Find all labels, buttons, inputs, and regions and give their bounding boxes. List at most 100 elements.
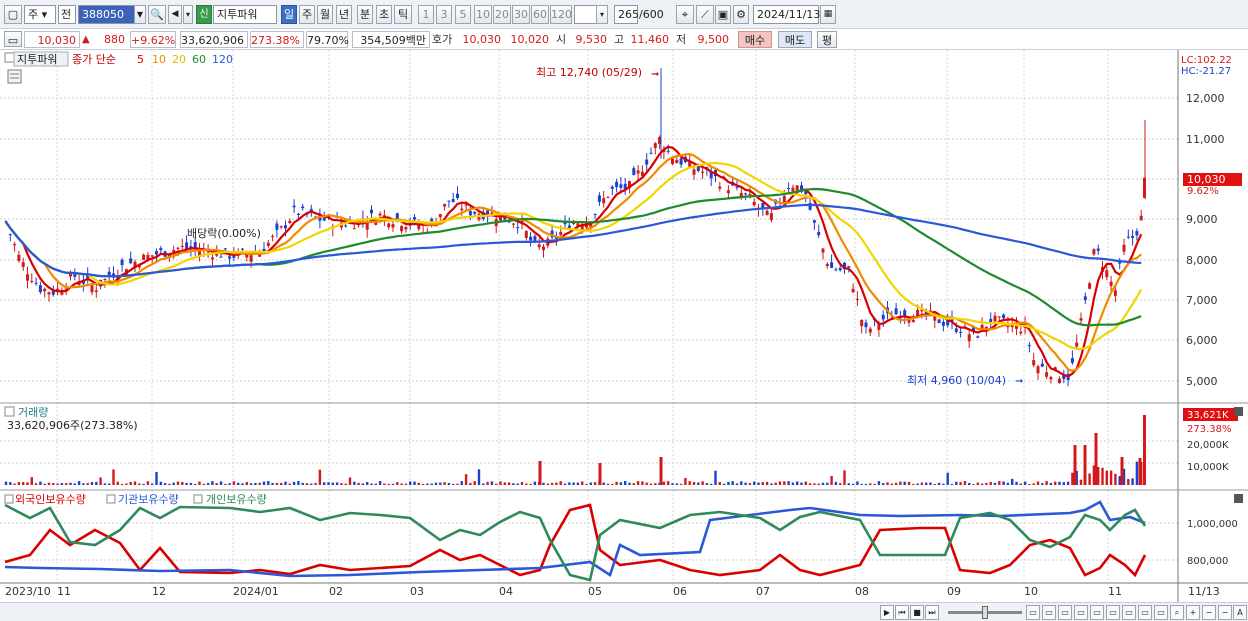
volume-tick-label: 20,000K [1187,440,1229,451]
magnify-icon[interactable]: ⌕ [1170,605,1184,620]
up-arrow-icon: ▲ [82,34,90,45]
interval-20-button[interactable]: 20 [493,5,511,24]
ask-price: 10,030 [458,31,504,48]
ma-10-label: 10 [152,53,166,66]
min-price-note: 최저 4,960 (10/04) [907,374,1006,387]
sell-button[interactable]: 매도 [778,31,812,48]
price-panel-name: 지투파워 [17,53,57,66]
x-tick-label: 09 [947,585,961,598]
layout-9-icon[interactable]: ▭ [1154,605,1168,620]
x-tick-label: 04 [499,585,513,598]
layout-3-icon[interactable]: ▭ [1058,605,1072,620]
speaker-icon[interactable]: ◀ [168,5,182,24]
count-input[interactable]: 265 [614,5,639,24]
stock-name-field: 지투파워 [213,5,277,24]
period-day-tab[interactable]: 일 [281,5,297,24]
interval-3-button[interactable]: 3 [436,5,452,24]
calendar-icon[interactable]: ▦ [820,5,836,24]
x-tick-label: 05 [588,585,602,598]
period-minute-tab[interactable]: 분 [357,5,373,24]
turnover-rate: 79.70% [306,31,349,48]
layout-4-icon[interactable]: ▭ [1074,605,1088,620]
scroll-last-icon[interactable]: ⏭ [925,605,939,620]
volume-ratio: 273.38% [250,31,304,48]
table-view-icon[interactable] [7,69,22,84]
institution-holding-label: 기관보유수량 [118,493,179,506]
new-listing-badge: 신 [196,5,212,24]
draw-tool-icon[interactable]: ⟋ [696,5,714,24]
prev-button[interactable]: 전 [58,5,76,24]
zoom-out-icon[interactable]: − [1202,605,1216,620]
ma-label: 종가 단순 [72,53,116,66]
current-pct-tag: 9.62% [1187,186,1219,197]
period-week-tab[interactable]: 주 [299,5,315,24]
price-tick-label: 12,000 [1186,92,1225,105]
date-input[interactable]: 2024/11/13 [753,5,820,24]
eval-button[interactable]: 평 [817,31,837,48]
layout-8-icon[interactable]: ▭ [1138,605,1152,620]
layout-5-icon[interactable]: ▭ [1090,605,1104,620]
x-tick-label: 11 [1108,585,1122,598]
crosshair-icon[interactable]: ⌖ [676,5,694,24]
zoom-in-icon[interactable]: + [1186,605,1200,620]
bid-price: 10,020 [506,31,552,48]
zoom-reset-icon[interactable]: − [1218,605,1232,620]
dropdown-icon[interactable]: ▾ [183,5,193,24]
layout-6-icon[interactable]: ▭ [1106,605,1120,620]
interval-1-button[interactable]: 1 [418,5,434,24]
stock-chart[interactable]: 지투파워 종가 단순 5 10 20 60 120 LC:102.22 HC:-… [0,50,1248,602]
interval-30-button[interactable]: 30 [512,5,530,24]
panel-close-icon[interactable] [1234,407,1243,416]
trade-amount: 354,509백만 [352,31,430,48]
interval-5-button[interactable]: 5 [455,5,471,24]
price-tick-label: 6,000 [1186,334,1218,347]
x-tick-label: 07 [756,585,770,598]
lc-value: LC:102.22 [1181,55,1232,66]
chart-canvas: 지투파워 종가 단순 5 10 20 60 120 LC:102.22 HC:-… [0,50,1248,602]
save-icon[interactable]: ▣ [715,5,731,24]
market-select[interactable]: 주 ▾ [24,5,56,24]
foreign-holding-label: 외국인보유수량 [15,493,86,506]
layout-7-icon[interactable]: ▭ [1122,605,1136,620]
max-price-note: 최고 12,740 (05/29) [536,66,642,79]
price-tick-label: 11,000 [1186,133,1225,146]
layout-2-icon[interactable]: ▭ [1042,605,1056,620]
x-tick-label: 12 [152,585,166,598]
stop-icon[interactable]: ■ [910,605,924,620]
auto-scale-icon[interactable]: A [1233,605,1247,620]
interval-dropdown-icon[interactable]: ▾ [596,5,608,24]
dividend-note: 배당락(0.00%) [187,227,261,240]
scroll-first-icon[interactable]: ⏮ [895,605,909,620]
buy-button[interactable]: 매수 [738,31,772,48]
volume-panel-value: 33,620,906주(273.38%) [7,419,138,432]
max-arrow-icon: ➞ [651,69,659,80]
price-change-pct: +9.62% [130,31,176,48]
volume-value: 33,620,906 [180,31,248,48]
period-second-tab[interactable]: 초 [376,5,392,24]
scroll-right-icon[interactable]: ▶ [880,605,894,620]
min-arrow-icon: ➞ [1015,376,1023,387]
window-menu-icon[interactable]: ▢ [4,5,22,24]
interval-10-button[interactable]: 10 [474,5,492,24]
option-icon[interactable]: ▭ [4,31,22,47]
interval-120-button[interactable]: 120 [550,5,572,24]
quote-bar: ▭ 10,030 ▲ 880 +9.62% 33,620,906 273.38%… [0,29,1248,50]
code-dropdown-icon[interactable]: ▼ [134,5,146,24]
gear-icon[interactable]: ⚙ [733,5,749,24]
stock-code-input[interactable]: 388050 [78,5,136,24]
search-icon[interactable]: 🔍 [148,5,166,24]
period-tick-tab[interactable]: 틱 [394,5,412,24]
layout-1-icon[interactable]: ▭ [1026,605,1040,620]
volume-pct-tag: 273.38% [1187,424,1232,435]
chart-toolbar: ▢ 주 ▾ 전 388050 ▼ 🔍 ◀ ▾ 신 지투파워 일 주 월 년 분 … [0,0,1248,29]
zoom-slider-handle[interactable] [982,606,988,619]
x-tick-label: 2024/01 [233,585,279,598]
x-tick-label: 11/13 [1188,585,1220,598]
panel-close-icon[interactable] [1234,494,1243,503]
interval-60-button[interactable]: 60 [531,5,549,24]
chart-scroll-bar: ▶ ⏮ ■ ⏭ ▭ ▭ ▭ ▭ ▭ ▭ ▭ ▭ ▭ ⌕ + − − A [0,602,1248,621]
period-year-tab[interactable]: 년 [336,5,352,24]
period-month-tab[interactable]: 월 [317,5,333,24]
price-tick-label: 5,000 [1186,375,1218,388]
ask-label: 호가 [432,33,453,46]
